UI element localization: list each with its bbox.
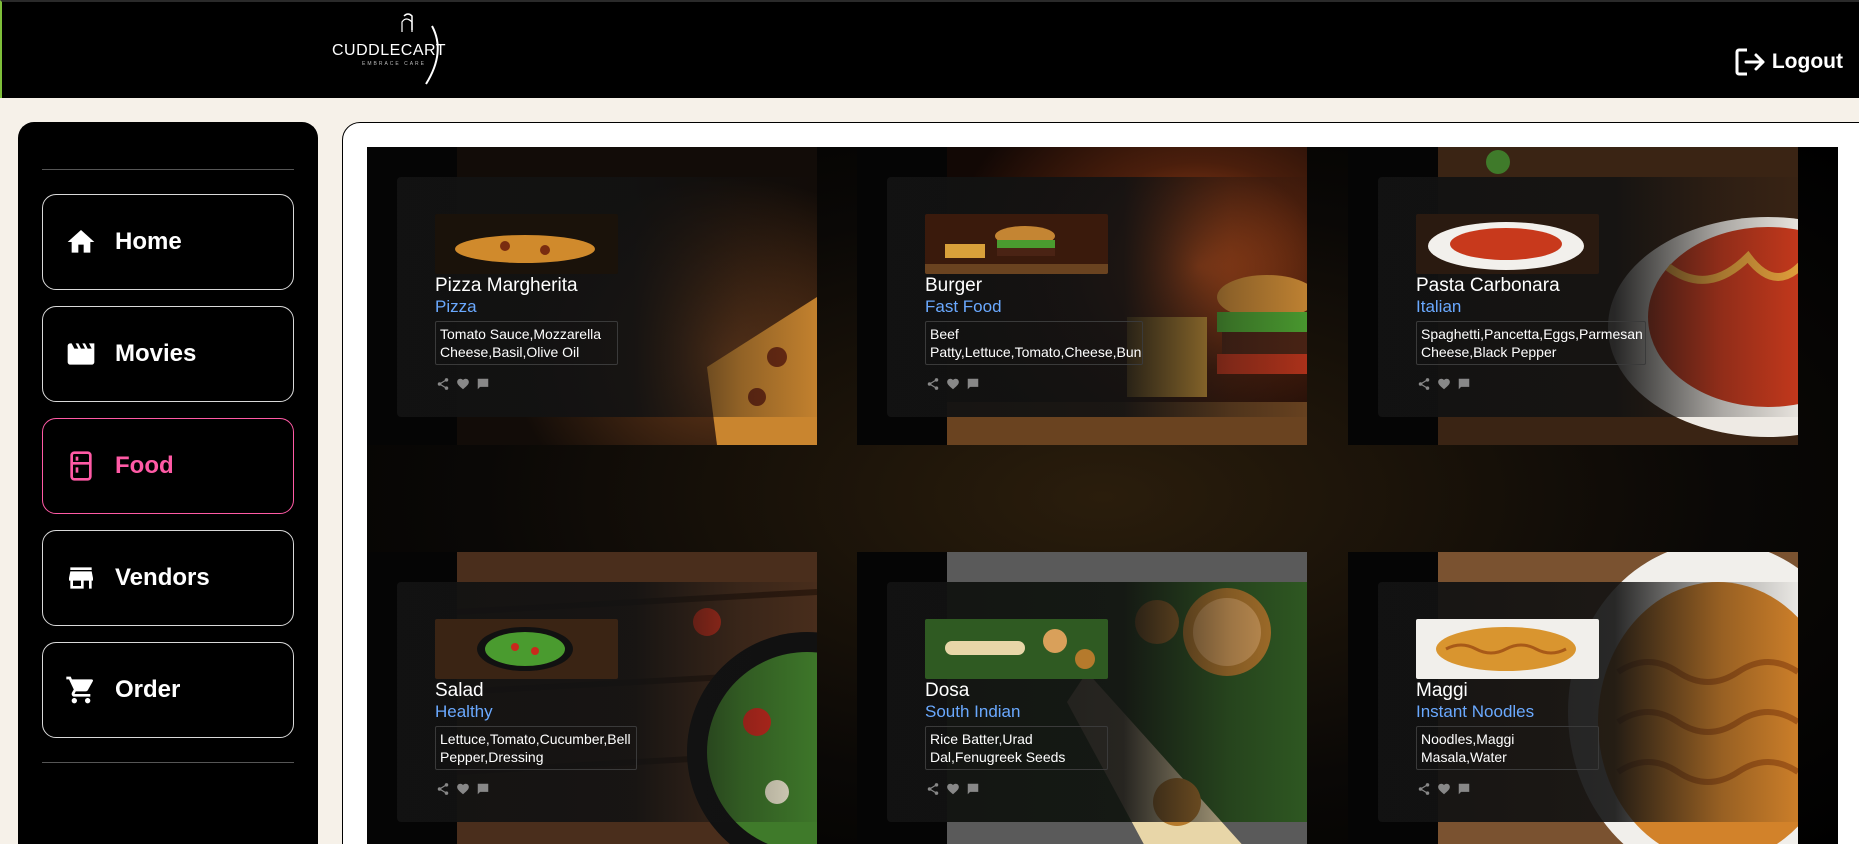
food-ingredients: Noodles,Maggi Masala,Water	[1416, 726, 1599, 770]
card-actions	[1417, 782, 1471, 796]
food-icon	[70, 451, 92, 481]
sidebar-item-label: Order	[115, 676, 181, 703]
burger-thumbnail	[925, 214, 1108, 274]
comment-icon[interactable]	[476, 377, 490, 391]
card-actions	[1417, 377, 1471, 391]
logo-tagline: EMBRACE CARE	[362, 61, 427, 67]
sidebar-item-food[interactable]: Food	[42, 418, 294, 514]
food-ingredients: Rice Batter,Urad Dal,Fenugreek Seeds	[925, 726, 1108, 770]
top-bar	[0, 0, 1859, 98]
food-card-pasta[interactable]: Pasta Carbonara Italian Spaghetti,Pancet…	[1348, 147, 1798, 445]
food-name: Pizza Margherita	[435, 275, 578, 296]
food-category: Pizza	[435, 297, 477, 316]
share-icon[interactable]	[926, 782, 940, 796]
dosa-thumbnail	[925, 619, 1108, 679]
food-card-maggi[interactable]: Maggi Instant Noodles Noodles,Maggi Masa…	[1348, 552, 1798, 844]
sidebar-item-label: Movies	[115, 340, 197, 367]
salad-thumbnail	[435, 619, 618, 679]
sidebar-item-vendors[interactable]: Vendors	[42, 530, 294, 626]
comment-icon[interactable]	[1457, 377, 1471, 391]
comment-icon[interactable]	[966, 782, 980, 796]
heart-icon[interactable]	[456, 782, 470, 796]
sidebar-item-movies[interactable]: Movies	[42, 306, 294, 402]
food-ingredients: Spaghetti,Pancetta,Eggs,Parmesan Cheese,…	[1416, 321, 1646, 365]
sidebar-item-label: Food	[115, 452, 174, 479]
food-category: Fast Food	[925, 297, 1002, 316]
card-actions	[926, 782, 980, 796]
food-card-pizza[interactable]: Pizza Margherita Pizza Tomato Sauce,Mozz…	[367, 147, 817, 445]
sidebar-divider-top	[42, 169, 294, 170]
food-ingredients: Lettuce,Tomato,Cucumber,Bell Pepper,Dres…	[435, 726, 637, 770]
food-category: Instant Noodles	[1416, 702, 1535, 721]
food-ingredients: Tomato Sauce,Mozzarella Cheese,Basil,Oli…	[435, 321, 618, 365]
food-name: Burger	[925, 275, 983, 296]
food-category: Healthy	[435, 702, 493, 721]
logout-icon	[1735, 48, 1765, 76]
logout-label: Logout	[1771, 50, 1843, 73]
food-name: Dosa	[925, 680, 970, 701]
sidebar: Home Movies Food Vendors Order	[18, 122, 318, 844]
movie-icon	[67, 343, 95, 365]
food-card-burger[interactable]: Burger Fast Food Beef Patty,Lettuce,Toma…	[857, 147, 1307, 445]
card-actions	[926, 377, 980, 391]
sidebar-item-label: Vendors	[115, 564, 210, 591]
comment-icon[interactable]	[476, 782, 490, 796]
food-name: Maggi	[1416, 680, 1468, 701]
store-icon	[69, 567, 93, 589]
home-icon	[67, 230, 95, 253]
food-category: South Indian	[925, 702, 1021, 721]
card-actions	[436, 782, 490, 796]
heart-icon[interactable]	[1437, 377, 1451, 391]
comment-icon[interactable]	[966, 377, 980, 391]
sidebar-divider-bottom	[42, 762, 294, 763]
logout-button[interactable]: Logout	[1734, 46, 1843, 78]
share-icon[interactable]	[926, 377, 940, 391]
heart-icon[interactable]	[946, 782, 960, 796]
food-name: Pasta Carbonara	[1416, 275, 1560, 296]
sidebar-item-order[interactable]: Order	[42, 642, 294, 738]
heart-icon[interactable]	[946, 377, 960, 391]
logo-text: CUDDLECART	[332, 42, 447, 59]
sidebar-item-home[interactable]: Home	[42, 194, 294, 290]
food-card-dosa[interactable]: Dosa South Indian Rice Batter,Urad Dal,F…	[857, 552, 1307, 844]
food-category: Italian	[1416, 297, 1462, 316]
pizza-thumbnail	[435, 214, 618, 274]
pasta-thumbnail	[1416, 214, 1599, 274]
share-icon[interactable]	[436, 782, 450, 796]
food-card-salad[interactable]: Salad Healthy Lettuce,Tomato,Cucumber,Be…	[367, 552, 817, 844]
food-name: Salad	[435, 680, 484, 701]
share-icon[interactable]	[1417, 782, 1431, 796]
sidebar-item-label: Home	[115, 228, 182, 255]
maggi-thumbnail	[1416, 619, 1599, 679]
cart-icon	[66, 676, 93, 704]
heart-icon[interactable]	[1437, 782, 1451, 796]
food-ingredients: Beef Patty,Lettuce,Tomato,Cheese,Bun	[925, 321, 1143, 365]
card-actions	[436, 377, 490, 391]
share-icon[interactable]	[436, 377, 450, 391]
comment-icon[interactable]	[1457, 782, 1471, 796]
share-icon[interactable]	[1417, 377, 1431, 391]
heart-icon[interactable]	[456, 377, 470, 391]
